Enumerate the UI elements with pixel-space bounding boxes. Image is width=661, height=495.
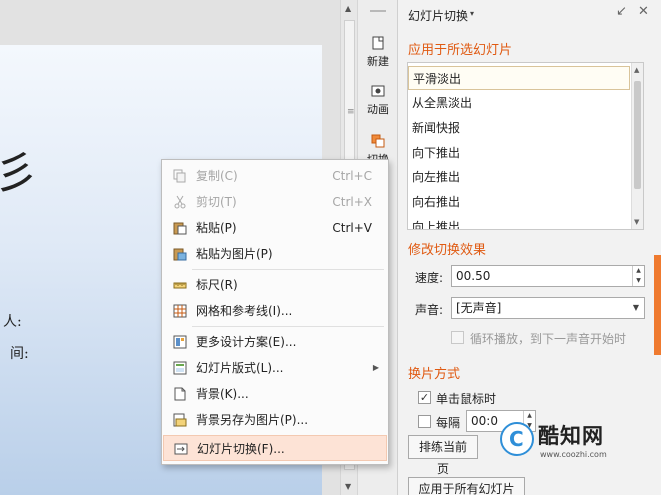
menu-item-shortcut: Ctrl+C [332,169,372,183]
transition-list[interactable]: 平滑淡出 从全黑淡出 新闻快报 向下推出 向左推出 向右推出 向上推出 ▲ ▼ [407,62,644,230]
loop-label: 循环播放，到下一声音开始时 [470,332,627,346]
menu-item-label: 背景(K)... [196,387,249,401]
ruler-icon [173,282,187,289]
new-slide-icon [372,36,384,50]
menu-item-save-background[interactable]: 背景另存为图片(P)... [163,407,387,433]
list-scrollbar[interactable]: ▲ ▼ [631,63,643,229]
menu-item-ruler[interactable]: 标尺(R) [163,272,387,298]
menu-separator [192,269,384,270]
pane-close-icon[interactable]: ✕ [638,4,649,19]
menu-item-label: 剪切(T) [196,195,237,209]
pane-menu-caret-icon[interactable]: ▾ [470,9,474,18]
list-item[interactable]: 新闻快报 [408,116,630,140]
watermark-logo-letter: C [509,427,524,451]
watermark-url: www.coozhi.com [540,450,607,459]
background-icon [174,387,186,401]
section-title-modify: 修改切换效果 [408,243,487,258]
scroll-up-icon[interactable]: ▲ [634,66,639,74]
rail-grip [370,10,386,12]
menu-item-shortcut: Ctrl+X [332,195,372,209]
grid-icon [173,304,187,318]
paste-as-picture-icon [173,248,187,261]
slide-text-line-2[interactable]: 间: [10,343,29,363]
slide-title-text[interactable]: 彡 [0,137,38,201]
menu-item-label: 更多设计方案(E)... [196,335,297,349]
list-item[interactable]: 向右推出 [408,190,630,214]
menu-item-copy[interactable]: 复制(C) Ctrl+C [163,163,387,189]
pane-restore-icon[interactable]: ↙ [616,4,627,19]
menu-item-label: 幻灯片版式(L)... [196,361,284,375]
menu-item-label: 复制(C) [196,169,238,183]
context-menu: 复制(C) Ctrl+C 剪切(T) Ctrl+X 粘贴(P) Ctrl+V 粘… [161,159,389,465]
list-item[interactable]: 平滑淡出 [408,66,630,90]
watermark-brand: 酷知网 [538,424,604,448]
menu-item-label: 背景另存为图片(P)... [196,413,309,427]
submenu-arrow-icon: ▶ [372,363,379,372]
menu-item-grid[interactable]: 网格和参考线(I)... [163,298,387,324]
every-time-value[interactable]: 00:0 [471,414,498,428]
every-checkbox[interactable] [418,415,431,428]
speed-stepper[interactable]: 00.50 ▲ ▼ [451,265,645,287]
menu-item-cut[interactable]: 剪切(T) Ctrl+X [163,189,387,215]
speed-value[interactable]: 00.50 [456,269,490,283]
scroll-up-icon[interactable]: ▲ [345,4,351,13]
menu-item-label: 幻灯片切换(F)... [197,442,285,456]
paste-icon [173,222,187,235]
scroll-down-icon[interactable]: ▼ [345,482,351,491]
list-item[interactable]: 向左推出 [408,165,630,189]
watermark: C 酷知网 www.coozhi.com [500,418,630,468]
pane-collapse-tab[interactable] [654,255,661,355]
layout-icon [173,361,187,375]
menu-item-more-designs[interactable]: 更多设计方案(E)... [163,329,387,355]
grip-icon: ≡ [347,107,354,117]
menu-item-label: 粘贴(P) [196,221,237,235]
on-click-checkbox[interactable]: ✓ [418,391,431,404]
chevron-down-icon[interactable]: ▼ [633,298,639,318]
apply-all-button[interactable]: 应用于所有幻灯片 [408,477,525,495]
list-scrollbar-thumb[interactable] [634,81,641,189]
on-click-label: 单击鼠标时 [436,392,497,406]
menu-item-slide-transition[interactable]: 幻灯片切换(F)... [163,435,387,461]
menu-item-shortcut: Ctrl+V [332,221,372,235]
slide-transition-icon [174,443,188,455]
sound-value[interactable]: [无声音] [456,301,501,315]
copy-icon [173,169,186,183]
menu-separator [192,326,384,327]
rail-label-animation: 动画 [367,103,389,116]
menu-item-paste[interactable]: 粘贴(P) Ctrl+V [163,215,387,241]
loop-checkbox[interactable] [451,331,464,344]
rail-label-new: 新建 [367,55,389,68]
watermark-logo-icon: C [500,422,534,456]
spin-arrows-icon[interactable]: ▲ ▼ [632,266,644,286]
sound-label: 声音: [415,303,444,317]
rail-button-new[interactable]: 新建 [358,36,398,69]
menu-item-label: 网格和参考线(I)... [196,304,293,318]
scroll-down-icon[interactable]: ▼ [634,218,639,226]
section-title-apply: 应用于所选幻灯片 [408,43,513,58]
section-title-advance: 换片方式 [408,367,461,382]
speed-label: 速度: [415,271,444,285]
menu-item-paste-as-picture[interactable]: 粘贴为图片(P) [163,241,387,267]
cut-icon [174,195,186,209]
save-background-icon [173,413,187,427]
list-item[interactable]: 从全黑淡出 [408,91,630,115]
every-label: 每隔 [436,416,461,430]
list-item[interactable]: 向上推出 [408,215,630,229]
menu-item-slide-layout[interactable]: 幻灯片版式(L)... ▶ [163,355,387,381]
animation-icon [371,85,385,97]
menu-item-label: 粘贴为图片(P) [196,247,273,261]
rail-button-animation[interactable]: 动画 [358,84,398,117]
menu-item-label: 标尺(R) [196,278,238,292]
rehearse-button[interactable]: 排练当前页 [408,435,478,476]
sound-select[interactable]: [无声音] ▼ [451,297,645,319]
pane-title[interactable]: 幻灯片切换 [408,7,468,24]
transition-icon [371,134,385,148]
slide-text-line-1[interactable]: 人: [3,311,22,331]
list-item[interactable]: 向下推出 [408,141,630,165]
menu-item-background[interactable]: 背景(K)... [163,381,387,407]
design-icon [173,335,187,349]
